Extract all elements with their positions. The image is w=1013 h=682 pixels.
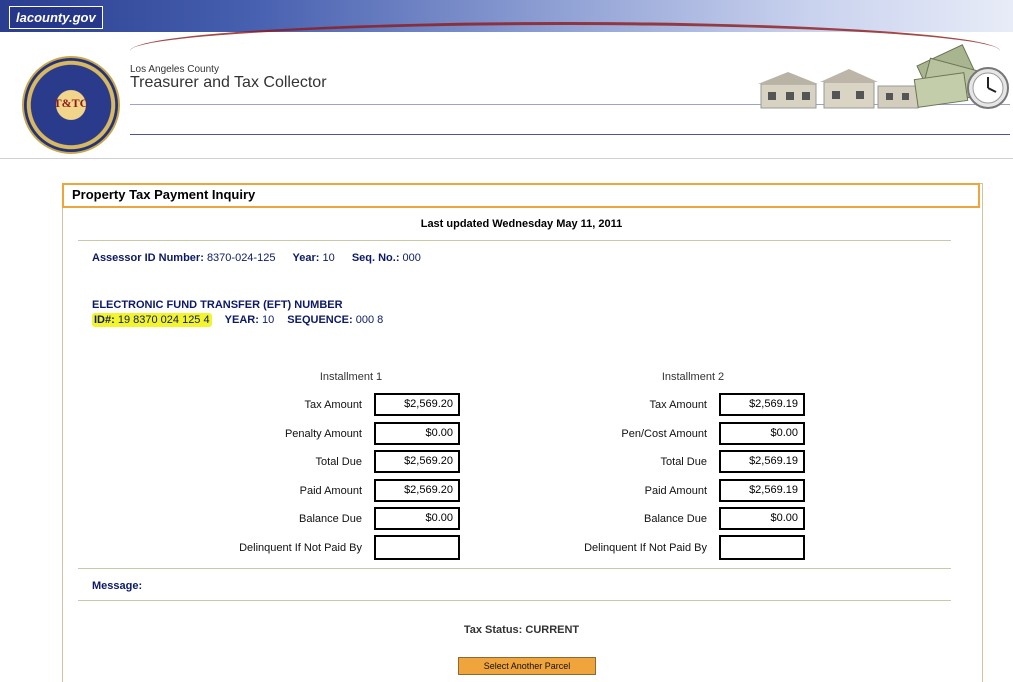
site-banner: lacounty.gov — [0, 0, 1013, 32]
inst1-label: Balance Due — [299, 513, 362, 525]
inst2-paid-amount: $2,569.19 — [719, 479, 805, 502]
inst1-label: Delinquent If Not Paid By — [239, 542, 362, 554]
eft-seq-label: SEQUENCE: — [287, 314, 353, 326]
assessor-id-label: Assessor ID Number: — [92, 252, 204, 264]
seq-value: 000 — [402, 252, 421, 264]
inst1-label: Total Due — [315, 456, 362, 468]
inst1-total-due: $2,569.20 — [374, 450, 460, 473]
year-value: 10 — [322, 252, 335, 264]
message-label: Message: — [92, 580, 143, 592]
inst1-paid-amount: $2,569.20 — [374, 479, 460, 502]
agency-name: Treasurer and Tax Collector — [130, 74, 327, 91]
inst1-tax-amount: $2,569.20 — [374, 393, 460, 416]
inst1-label: Tax Amount — [304, 399, 362, 411]
inst1-delinquent-date — [374, 535, 460, 560]
header-bottom-divider — [0, 158, 1013, 159]
panel-header: Property Tax Payment Inquiry — [62, 183, 980, 208]
seq-label: Seq. No.: — [351, 252, 400, 264]
inst2-tax-amount: $2,569.19 — [719, 393, 805, 416]
year-label: Year: — [292, 252, 320, 264]
eft-seq-value: 000 8 — [355, 314, 384, 326]
last-updated: Last updated Wednesday May 11, 2011 — [420, 218, 623, 230]
inst2-label: Tax Amount — [649, 399, 707, 411]
eft-id-value: 19 8370 024 125 4 — [117, 314, 210, 326]
inst2-label: Total Due — [660, 456, 707, 468]
houses-money-clock-illustration — [758, 44, 1009, 109]
inst1-balance-due: $0.00 — [374, 507, 460, 530]
inst2-label: Balance Due — [644, 513, 707, 525]
eft-id-highlight: ID#: 19 8370 024 125 4 — [92, 313, 212, 327]
agency-seal-icon: T&TC — [22, 56, 120, 154]
eft-id-label: ID#: — [94, 314, 115, 326]
eft-title: ELECTRONIC FUND TRANSFER (EFT) NUMBER — [92, 299, 343, 311]
inst2-label: Paid Amount — [644, 485, 707, 497]
inst1-penalty-amount: $0.00 — [374, 422, 460, 445]
inst2-label: Delinquent If Not Paid By — [584, 542, 707, 554]
eft-number-line: ID#: 19 8370 024 125 4 YEAR: 10 SEQUENCE… — [92, 313, 384, 327]
select-another-parcel-button[interactable]: Select Another Parcel — [458, 657, 596, 675]
inst2-delinquent-date — [719, 535, 805, 560]
installment-2-title: Installment 2 — [661, 371, 725, 383]
header-divider — [130, 134, 1010, 135]
site-logo-link[interactable]: lacounty.gov — [9, 6, 103, 29]
inst1-label: Paid Amount — [299, 485, 362, 497]
inst2-pen-cost-amount: $0.00 — [719, 422, 805, 445]
inst2-balance-due: $0.00 — [719, 507, 805, 530]
divider — [78, 600, 951, 601]
assessor-id-value: 8370-024-125 — [206, 252, 276, 264]
eft-year-value: 10 — [261, 314, 275, 326]
assessor-info: Assessor ID Number: 8370-024-125 Year: 1… — [92, 252, 435, 264]
panel-title: Property Tax Payment Inquiry — [72, 187, 256, 202]
divider — [78, 240, 951, 241]
inst1-label: Penalty Amount — [284, 428, 362, 440]
divider — [78, 568, 951, 569]
eft-year-label: YEAR: — [224, 314, 259, 326]
inst2-label: Pen/Cost Amount — [621, 428, 707, 440]
installment-1-title: Installment 1 — [319, 371, 383, 383]
inst2-total-due: $2,569.19 — [719, 450, 805, 473]
tax-status: Tax Status: CURRENT — [463, 624, 580, 636]
seal-text: T&TC — [53, 96, 89, 110]
